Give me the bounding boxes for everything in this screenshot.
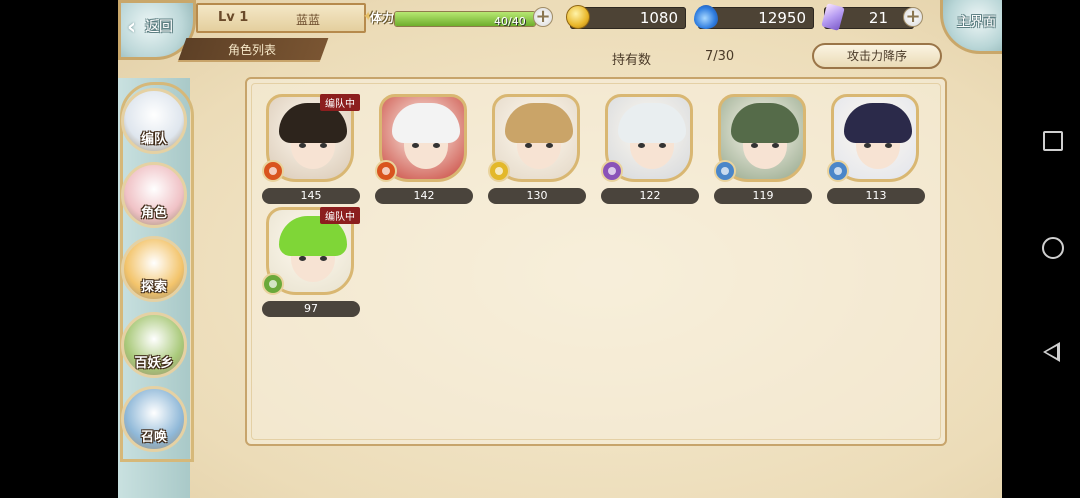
element-attribute-icon xyxy=(262,160,284,182)
character-power-value: 113 xyxy=(827,188,925,204)
sort-attack-desc-button[interactable]: 攻击力降序 xyxy=(812,43,942,69)
game-screen: ‹ 返回 Lv 1 蓝蓝 ✦ 角色列表 体力 40/40 + 1080 1295… xyxy=(118,0,1002,498)
character-power-value: 145 xyxy=(262,188,360,204)
crystal-value: 21 xyxy=(868,9,888,27)
gold-counter: 1080 xyxy=(566,5,686,29)
character-eyes xyxy=(299,143,327,149)
menu-label: 百妖乡 xyxy=(134,356,174,371)
menu-explore-button[interactable]: 探索 xyxy=(121,236,187,302)
element-attribute-icon xyxy=(375,160,397,182)
character-hair xyxy=(731,103,799,143)
element-attribute-icon xyxy=(262,273,284,295)
character-list-tab[interactable]: 角色列表 xyxy=(228,41,276,58)
character-eyes xyxy=(525,143,553,149)
character-card[interactable]: 编队中 145 xyxy=(262,94,360,212)
main-screen-label: 主界面 xyxy=(957,15,997,30)
crystal-counter: 21 xyxy=(821,3,914,31)
character-hair xyxy=(618,103,686,143)
spirit-counter: 12950 xyxy=(694,5,814,29)
character-power-value: 130 xyxy=(488,188,586,204)
character-card[interactable]: 编队中 97 xyxy=(262,207,360,325)
character-hair xyxy=(505,103,573,143)
owned-count-label: 持有数 xyxy=(612,53,652,68)
android-back-button[interactable] xyxy=(1043,342,1060,362)
character-power-value: 119 xyxy=(714,188,812,204)
character-power-value: 122 xyxy=(601,188,699,204)
element-attribute-icon xyxy=(827,160,849,182)
menu-label: 编队 xyxy=(140,132,167,147)
menu-label: 探索 xyxy=(140,280,167,295)
character-hair xyxy=(844,103,912,143)
menu-summon-button[interactable]: 召唤 xyxy=(121,386,187,452)
stamina-meter: 体力 40/40 xyxy=(370,6,556,30)
character-card[interactable]: 119 xyxy=(714,94,812,212)
element-attribute-icon xyxy=(488,160,510,182)
character-eyes xyxy=(638,143,666,149)
menu-label: 召唤 xyxy=(140,430,167,445)
stamina-value: 40/40 xyxy=(494,15,526,28)
menu-formation-button[interactable]: 编队 xyxy=(121,88,187,154)
back-label: 返回 xyxy=(145,19,173,35)
menu-label: 角色 xyxy=(140,206,167,221)
character-eyes xyxy=(751,143,779,149)
back-arrow-icon: ‹ xyxy=(127,15,137,40)
menu-village-button[interactable]: 百妖乡 xyxy=(121,312,187,378)
character-power-value: 97 xyxy=(262,301,360,317)
in-team-badge: 编队中 xyxy=(320,207,360,224)
player-level: Lv 1 xyxy=(218,10,249,25)
element-attribute-icon xyxy=(714,160,736,182)
add-stamina-button[interactable]: + xyxy=(533,7,553,27)
gold-coin-icon xyxy=(566,5,590,29)
player-info-plate: Lv 1 蓝蓝 ✦ xyxy=(196,3,374,33)
character-eyes xyxy=(412,143,440,149)
character-eyes xyxy=(864,143,892,149)
menu-characters-button[interactable]: 角色 xyxy=(121,162,187,228)
crystal-icon xyxy=(821,3,845,31)
stamina-label: 体力 xyxy=(370,11,395,25)
character-card[interactable]: 122 xyxy=(601,94,699,212)
gold-value: 1080 xyxy=(639,9,678,27)
character-eyes xyxy=(299,256,327,262)
recent-apps-button[interactable] xyxy=(1043,131,1063,151)
character-power-value: 142 xyxy=(375,188,473,204)
owned-count-value: 7/30 xyxy=(705,49,735,64)
home-button[interactable] xyxy=(1042,237,1064,259)
add-crystal-button[interactable]: + xyxy=(903,7,923,27)
character-card[interactable]: 130 xyxy=(488,94,586,212)
element-attribute-icon xyxy=(601,160,623,182)
character-card[interactable]: 142 xyxy=(375,94,473,212)
spirit-value: 12950 xyxy=(758,9,806,27)
character-hair xyxy=(392,103,460,143)
in-team-badge: 编队中 xyxy=(320,94,360,111)
blue-flame-icon xyxy=(694,5,718,29)
player-name: 蓝蓝 xyxy=(296,13,321,27)
character-card[interactable]: 113 xyxy=(827,94,925,212)
